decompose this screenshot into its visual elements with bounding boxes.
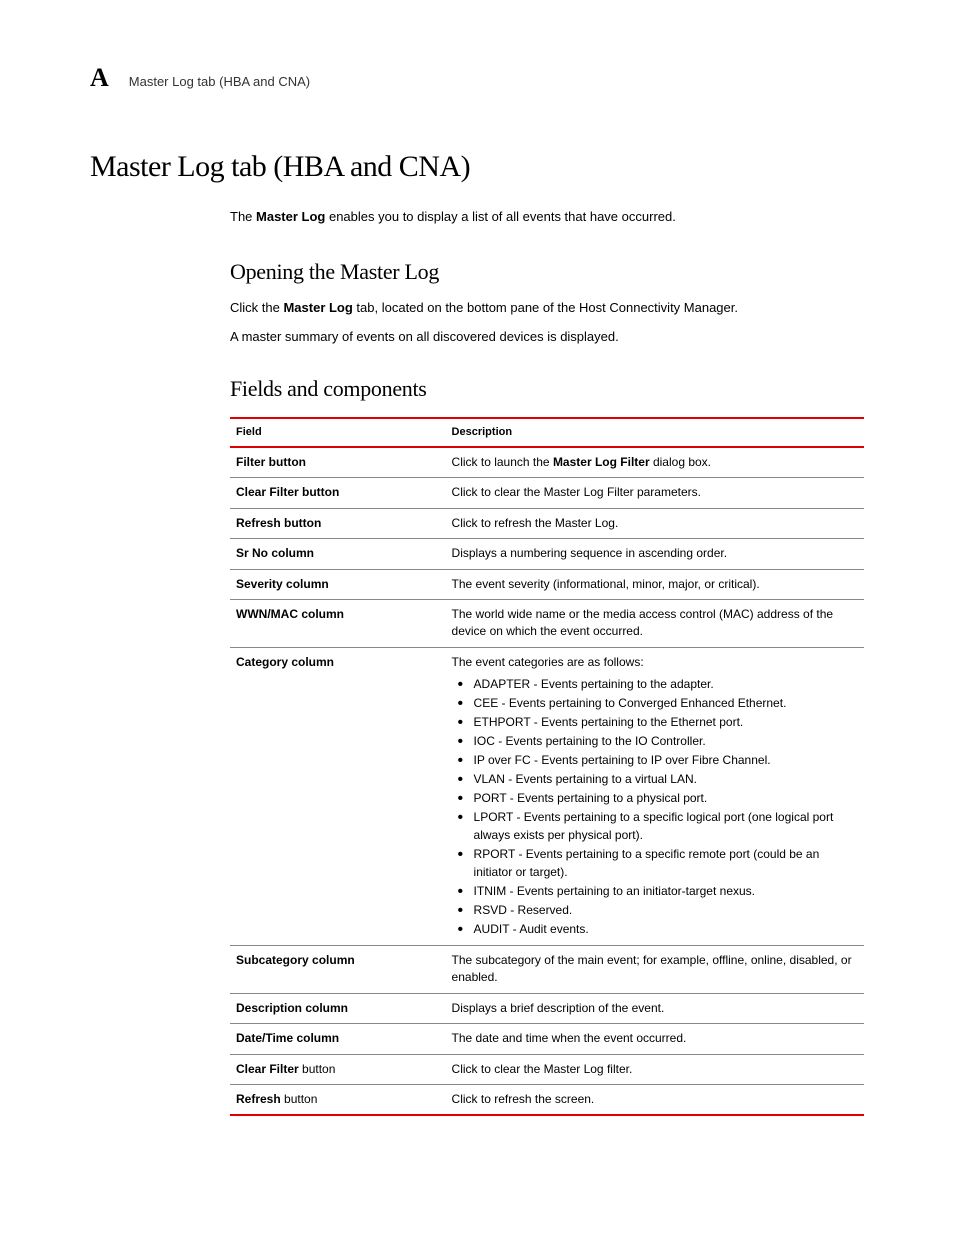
content-area: The Master Log enables you to display a … [230, 208, 864, 1116]
table-row: Refresh buttonClick to refresh the Maste… [230, 508, 864, 538]
desc-suffix: dialog box. [650, 455, 711, 469]
section-fields: Fields and components Field Description … [230, 374, 864, 1117]
section-opening: Opening the Master Log Click the Master … [230, 257, 864, 346]
table-row: Refresh buttonClick to refresh the scree… [230, 1085, 864, 1116]
intro-suffix: enables you to display a list of all eve… [325, 209, 675, 224]
field-cell: Clear Filter button [230, 478, 446, 508]
intro-paragraph: The Master Log enables you to display a … [230, 208, 864, 226]
description-cell: The world wide name or the media access … [446, 599, 864, 647]
page-header: A Master Log tab (HBA and CNA) [90, 60, 864, 96]
intro-bold: Master Log [256, 209, 325, 224]
field-cell: Filter button [230, 447, 446, 478]
opening-p2: A master summary of events on all discov… [230, 328, 864, 346]
description-cell: Displays a brief description of the even… [446, 993, 864, 1023]
breadcrumb: Master Log tab (HBA and CNA) [129, 73, 310, 91]
section-heading-fields: Fields and components [230, 374, 864, 405]
list-item: AUDIT - Audit events. [452, 920, 858, 938]
field-cell: Severity column [230, 569, 446, 599]
desc-prefix: Click to launch the [452, 455, 553, 469]
category-list: ADAPTER - Events pertaining to the adapt… [452, 675, 858, 938]
description-cell: Click to refresh the screen. [446, 1085, 864, 1116]
list-item: IOC - Events pertaining to the IO Contro… [452, 732, 858, 750]
table-row: Date/Time columnThe date and time when t… [230, 1024, 864, 1054]
table-row: Sr No columnDisplays a numbering sequenc… [230, 539, 864, 569]
list-item: VLAN - Events pertaining to a virtual LA… [452, 770, 858, 788]
description-cell: The event severity (informational, minor… [446, 569, 864, 599]
opening-p1-suffix: tab, located on the bottom pane of the H… [353, 300, 738, 315]
field-cell: Description column [230, 993, 446, 1023]
field-rest-part: button [299, 1062, 336, 1076]
opening-p1: Click the Master Log tab, located on the… [230, 299, 864, 317]
intro-prefix: The [230, 209, 256, 224]
table-row: Severity columnThe event severity (infor… [230, 569, 864, 599]
description-cell: Displays a numbering sequence in ascendi… [446, 539, 864, 569]
category-lead: The event categories are as follows: [452, 654, 858, 671]
desc-bold: Master Log Filter [553, 455, 650, 469]
field-cell: Refresh button [230, 508, 446, 538]
description-cell: Click to refresh the Master Log. [446, 508, 864, 538]
description-cell: The subcategory of the main event; for e… [446, 946, 864, 994]
field-bold-part: Clear Filter [236, 1062, 299, 1076]
table-row: Description columnDisplays a brief descr… [230, 993, 864, 1023]
list-item: CEE - Events pertaining to Converged Enh… [452, 694, 858, 712]
field-cell: Refresh button [230, 1085, 446, 1116]
field-cell: Date/Time column [230, 1024, 446, 1054]
description-cell: Click to clear the Master Log Filter par… [446, 478, 864, 508]
field-cell: Category column [230, 647, 446, 945]
list-item: ADAPTER - Events pertaining to the adapt… [452, 675, 858, 693]
description-cell: The event categories are as follows: ADAP… [446, 647, 864, 945]
opening-p1-bold: Master Log [283, 300, 352, 315]
field-cell: WWN/MAC column [230, 599, 446, 647]
fields-table: Field Description Filter buttonClick to … [230, 417, 864, 1117]
table-row: Category columnThe event categories are … [230, 647, 864, 945]
description-cell: The date and time when the event occurre… [446, 1024, 864, 1054]
page-title: Master Log tab (HBA and CNA) [90, 146, 864, 188]
field-rest-part: button [281, 1092, 318, 1106]
field-bold-part: Refresh [236, 1092, 281, 1106]
list-item: ITNIM - Events pertaining to an initiato… [452, 882, 858, 900]
col-header-description: Description [446, 418, 864, 447]
table-row: Clear Filter buttonClick to clear the Ma… [230, 1054, 864, 1084]
description-cell: Click to clear the Master Log filter. [446, 1054, 864, 1084]
section-body-opening: Click the Master Log tab, located on the… [230, 299, 864, 345]
field-cell: Sr No column [230, 539, 446, 569]
table-row: Clear Filter buttonClick to clear the Ma… [230, 478, 864, 508]
table-row: Filter buttonClick to launch the Master … [230, 447, 864, 478]
list-item: RSVD - Reserved. [452, 901, 858, 919]
list-item: ETHPORT - Events pertaining to the Ether… [452, 713, 858, 731]
col-header-field: Field [230, 418, 446, 447]
list-item: LPORT - Events pertaining to a specific … [452, 808, 858, 844]
list-item: RPORT - Events pertaining to a specific … [452, 845, 858, 881]
table-row: Subcategory columnThe subcategory of the… [230, 946, 864, 994]
list-item: PORT - Events pertaining to a physical p… [452, 789, 858, 807]
list-item: IP over FC - Events pertaining to IP ove… [452, 751, 858, 769]
table-header-row: Field Description [230, 418, 864, 447]
field-cell: Subcategory column [230, 946, 446, 994]
table-row: WWN/MAC columnThe world wide name or the… [230, 599, 864, 647]
description-cell: Click to launch the Master Log Filter di… [446, 447, 864, 478]
appendix-letter: A [90, 60, 109, 96]
field-cell: Clear Filter button [230, 1054, 446, 1084]
opening-p1-prefix: Click the [230, 300, 283, 315]
section-heading-opening: Opening the Master Log [230, 257, 864, 288]
